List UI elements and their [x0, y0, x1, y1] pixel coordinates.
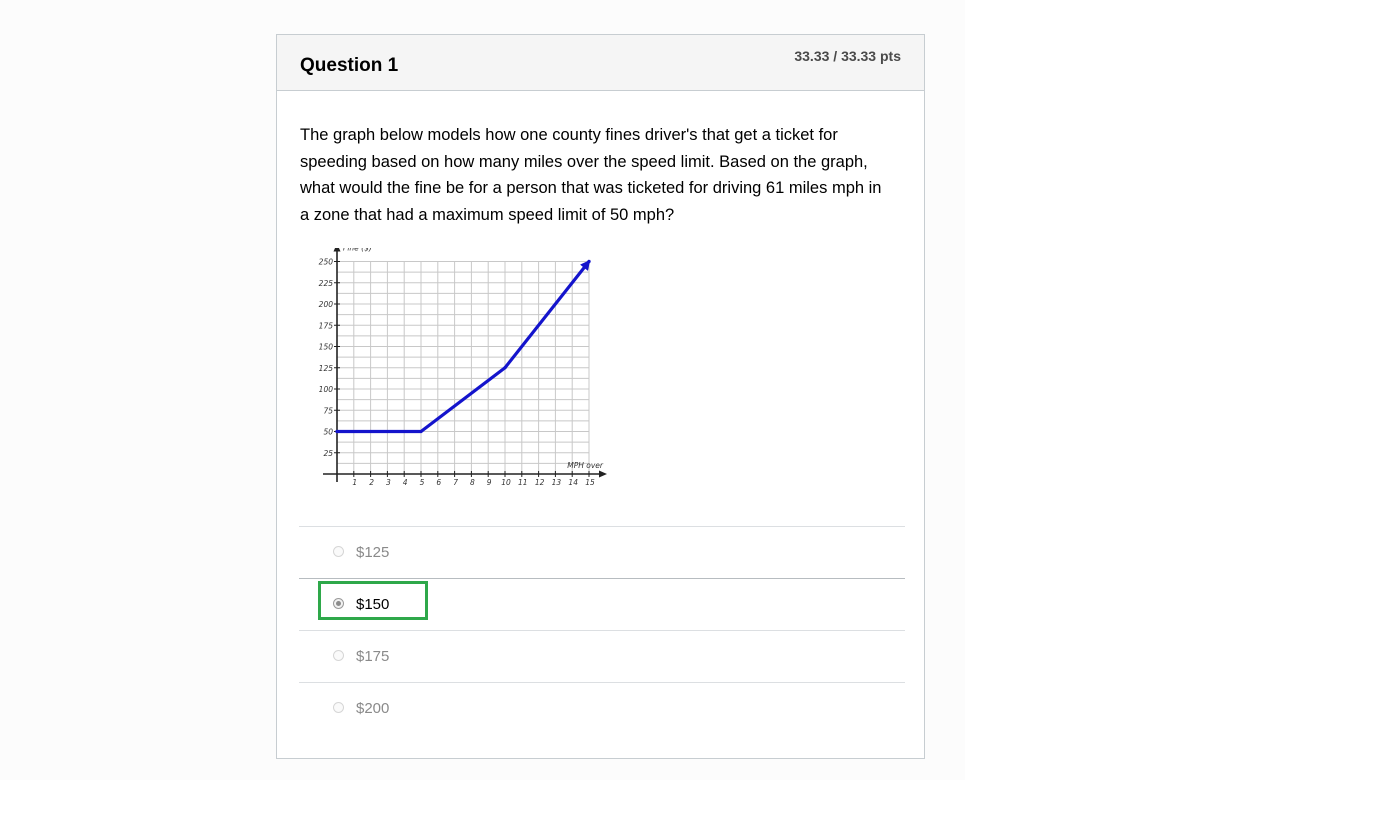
x-tick-label: 12 [535, 478, 545, 487]
question-text: The graph below models how one county fi… [300, 126, 882, 224]
x-tick-label: 5 [420, 478, 425, 487]
x-tick-label: 15 [585, 478, 595, 487]
answer-option[interactable]: $150 [299, 578, 905, 630]
series-point [419, 429, 423, 434]
y-tick-label: 50 [323, 428, 333, 437]
y-tick-label: 175 [319, 321, 334, 330]
answer-radio[interactable] [333, 650, 344, 661]
y-tick-label: 125 [319, 364, 334, 373]
x-tick-label: 6 [436, 478, 441, 487]
question-points: 33.33 / 33.33 pts [794, 48, 901, 64]
question-title: Question 1 [300, 55, 399, 76]
y-tick-label: 25 [323, 449, 333, 458]
answer-label: $175 [356, 648, 390, 665]
x-tick-label: 3 [386, 478, 391, 487]
x-tick-label: 14 [568, 478, 578, 487]
x-tick-label: 10 [501, 478, 511, 487]
answer-radio[interactable] [333, 702, 344, 713]
answer-option[interactable]: $125 [299, 526, 905, 578]
x-tick-label: 4 [403, 478, 408, 487]
answer-option[interactable]: $200 [299, 682, 905, 734]
x-tick-label: 9 [487, 478, 492, 487]
y-tick-label: 200 [319, 300, 334, 309]
y-axis-arrow [333, 243, 341, 252]
fine-graph: 1 2 3 4 5 6 7 8 9 10 11 12 13 14 15 25 50 75 100 125 150 175 2… [307, 243, 607, 498]
x-tick-label: 7 [453, 478, 458, 487]
y-tick-label: 100 [319, 385, 334, 394]
y-tick-label: 250 [319, 258, 334, 267]
answer-label: $200 [356, 700, 390, 717]
answer-radio[interactable] [333, 598, 344, 609]
x-tick-label: 13 [552, 478, 562, 487]
answer-radio[interactable] [333, 546, 344, 557]
x-tick-label: 11 [518, 478, 528, 487]
answer-label: $125 [356, 544, 390, 561]
x-tick-label: 2 [369, 478, 374, 487]
x-tick-label: 1 [352, 478, 357, 487]
fine-graph-svg: 1 2 3 4 5 6 7 8 9 10 11 12 13 14 152550751001251501752… [319, 243, 607, 487]
series-point [503, 366, 507, 370]
answer-label: $150 [356, 596, 390, 613]
answer-list: $125 $150 $175 $200 [299, 526, 905, 734]
y-axis-label: Fine ($) [343, 248, 372, 253]
y-tick-label: 150 [319, 343, 334, 352]
x-tick-label: 8 [470, 478, 475, 487]
question-card: Question 1 33.33 / 33.33 pts The graph b… [276, 34, 925, 759]
y-tick-label: 75 [323, 406, 333, 415]
x-axis-arrow [599, 470, 607, 478]
y-tick-label: 225 [319, 279, 334, 288]
answer-option[interactable]: $175 [299, 630, 905, 682]
series-point [335, 429, 339, 434]
x-axis-label: MPH over [567, 461, 604, 470]
question-header: Question 1 33.33 / 33.33 pts [277, 35, 924, 91]
